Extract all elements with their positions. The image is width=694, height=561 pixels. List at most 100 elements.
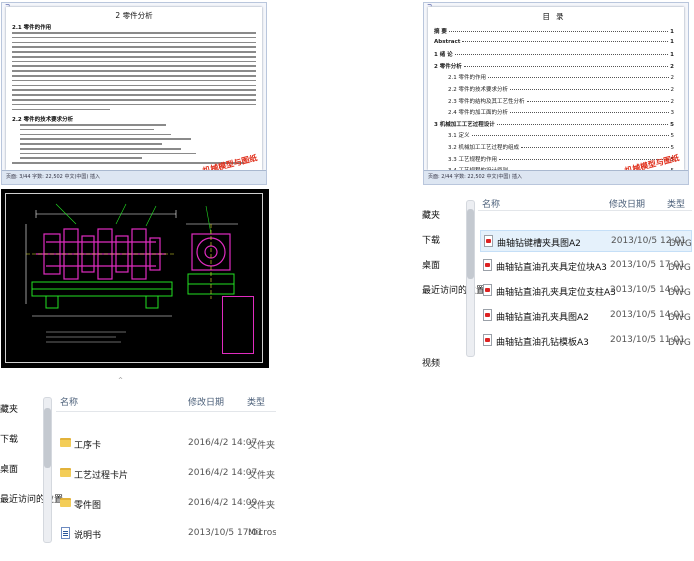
- column-name[interactable]: 名称: [60, 395, 78, 408]
- file-name: 曲轴钻键槽夹具图A2: [497, 239, 581, 249]
- file-type: Micros: [248, 528, 276, 538]
- file-name: 曲轴钻直油孔夹具定位支柱A3: [496, 288, 616, 298]
- toc-page-number: 2: [670, 87, 675, 93]
- file-type: DWG 文: [669, 239, 692, 249]
- toc-entry[interactable]: 2 零件分析 2: [434, 62, 674, 70]
- file-date-modified: 2016/4/2 14:07: [188, 468, 258, 478]
- column-name[interactable]: 名称: [482, 197, 500, 210]
- file-type: DWG 文: [668, 288, 692, 298]
- file-row[interactable]: 曲轴钻直油孔夹具定位块A32013/10/5 17:01DWG 文: [480, 255, 692, 277]
- toc-entry-label: 3.2 机械加工工艺过程的组成: [448, 145, 519, 151]
- toc-entry-label: 3 机械加工工艺过程设计: [434, 121, 495, 128]
- status-bar: 页面: 2/44 字数: 22,502 中文(中国) 插入: [424, 170, 688, 184]
- doc-page-title: 2 零件分析: [115, 11, 153, 20]
- toc-entry-label: 1 绪 论: [434, 52, 453, 59]
- toc-leader-dots: [471, 135, 669, 137]
- toc-entry-label: 摘 要: [434, 29, 447, 35]
- toc-entry[interactable]: 2.1 零件的作用 2: [434, 73, 674, 81]
- navigation-pane: 藏夹 下载 桌面 最近访问的位置 视频: [422, 188, 485, 371]
- toc-page-number: 3: [670, 110, 675, 117]
- file-type: DWG 文: [668, 263, 692, 273]
- nav-item-videos[interactable]: 视频: [422, 356, 440, 369]
- file-name: 曲轴钻直油孔夹具图A2: [496, 313, 589, 323]
- doc-page: 2 零件分析 2.1 零件的作用 2.2 零件的技术要求分析: [6, 7, 262, 170]
- title-block: [222, 296, 254, 354]
- sort-indicator-icon: ^: [118, 377, 124, 384]
- file-row[interactable]: 曲轴钻直油孔夹具图A22013/10/5 14:01DWG 文: [480, 305, 692, 327]
- toc-leader-dots: [499, 158, 669, 160]
- toc-entry[interactable]: 2.4 零件的加工面的分析 3: [434, 108, 674, 116]
- column-header: 名称 修改日期 类型: [478, 188, 692, 211]
- folder-icon: [60, 438, 71, 447]
- toc-entry[interactable]: 3.1 定义 5: [434, 131, 674, 139]
- toc-leader-dots: [521, 147, 669, 148]
- file-date-modified: 2016/4/2 14:09: [188, 498, 258, 508]
- column-date-modified[interactable]: 修改日期: [609, 197, 645, 210]
- toc-page-number: 1: [670, 52, 674, 59]
- toc-entry[interactable]: 2.3 零件的结构及其工艺性分析 2: [434, 97, 674, 105]
- pdf-icon: [483, 309, 492, 321]
- file-type: 文件夹: [248, 441, 276, 451]
- explorer-window-drawings: 藏夹 下载 桌面 最近访问的位置 视频 名称 修改日期 类型 曲轴钻键槽夹具图A…: [422, 188, 692, 371]
- toc-entry[interactable]: 2.2 零件的技术要求分析 2: [434, 85, 674, 93]
- drawing-frame: [5, 193, 263, 363]
- scrollbar-thumb[interactable]: [44, 408, 51, 468]
- file-row[interactable]: 曲轴钻键槽夹具图A22013/10/5 12:01DWG 文: [480, 230, 692, 252]
- toc-page-number: 5: [670, 145, 675, 151]
- nav-item-favorites[interactable]: 藏夹: [422, 208, 440, 221]
- toc-page-number: 2: [670, 75, 675, 82]
- nav-item-favorites[interactable]: 藏夹: [0, 402, 18, 415]
- nav-scrollbar[interactable]: [466, 200, 475, 357]
- toc-leader-dots: [526, 100, 669, 102]
- toc-page-number: 2: [670, 63, 674, 70]
- nav-item-recent-places[interactable]: 最近访问的位置: [0, 492, 63, 505]
- doc-text-block: [12, 32, 256, 113]
- file-type: DWG 文: [668, 313, 692, 323]
- nav-item-downloads[interactable]: 下载: [422, 233, 440, 246]
- file-row[interactable]: 说明书 2013/10/5 17:01 Micros: [58, 523, 276, 545]
- folder-icon: [60, 468, 71, 477]
- scrollbar-thumb[interactable]: [467, 209, 474, 279]
- file-row[interactable]: 工序卡 2016/4/2 14:07 文件夹: [58, 433, 276, 455]
- navigation-pane: 藏夹 下载 桌面 最近访问的位置: [0, 375, 63, 557]
- toc-entry-label: 2.3 零件的结构及其工艺性分析: [448, 98, 525, 105]
- folder-icon: [60, 498, 71, 507]
- toc-leader-dots: [488, 77, 669, 79]
- file-row[interactable]: 零件图 2016/4/2 14:09 文件夹: [58, 493, 276, 515]
- column-date-modified[interactable]: 修改日期: [188, 395, 224, 408]
- toc-entry[interactable]: 3.2 机械加工工艺过程的组成 5: [434, 143, 674, 151]
- column-type[interactable]: 类型: [667, 197, 685, 210]
- column-type[interactable]: 类型: [247, 395, 265, 408]
- nav-item-desktop[interactable]: 桌面: [422, 258, 440, 271]
- toc-entry[interactable]: 1 绪 论 1: [434, 50, 674, 58]
- file-name: 曲轴钻直油孔钻模板A3: [496, 338, 589, 348]
- toc-entry[interactable]: Abstract 1: [434, 39, 674, 45]
- toc-entry[interactable]: 3 机械加工工艺过程设计 5: [434, 120, 674, 128]
- nav-item-desktop[interactable]: 桌面: [0, 462, 18, 475]
- file-date-modified: 2016/4/2 14:07: [188, 438, 258, 448]
- doc-section-heading: 2.2 零件的技术要求分析: [12, 117, 74, 123]
- file-name: 工艺过程卡片: [74, 471, 129, 481]
- toc-entry[interactable]: 摘 要 1: [434, 27, 674, 35]
- file-name: 零件图: [74, 501, 102, 511]
- file-row[interactable]: 曲轴钻直油孔夹具定位支柱A32013/10/5 14:01DWG 文: [480, 280, 692, 302]
- toc-page: 目录 摘 要 1 Abstract 1 1 绪 论12 零件分析 2 2.1 零件的作用 2 2…: [428, 7, 684, 174]
- toc-page-number: 2: [670, 98, 675, 105]
- toc-leader-dots: [510, 112, 669, 114]
- nav-scrollbar[interactable]: [43, 397, 52, 543]
- column-header: ^ 名称 修改日期 类型: [56, 375, 276, 412]
- toc-entry-label: 3.1 定义: [448, 133, 470, 140]
- status-bar: 页面: 3/44 字数: 22,502 中文(中国) 插入: [2, 170, 266, 184]
- file-row[interactable]: 工艺过程卡片 2016/4/2 14:07 文件夹: [58, 463, 276, 485]
- toc-leader-dots: [462, 40, 669, 42]
- pdf-icon: [483, 284, 492, 296]
- toc-leader-dots: [510, 89, 669, 90]
- file-type: 文件夹: [248, 471, 276, 481]
- file-name: 曲轴钻直油孔夹具定位块A3: [496, 263, 607, 273]
- file-name: 工序卡: [74, 441, 102, 451]
- toc-leader-dots: [448, 31, 669, 32]
- nav-item-downloads[interactable]: 下载: [0, 432, 18, 445]
- file-row[interactable]: 曲轴钻直油孔钻模板A32013/10/5 11:01DWG 文: [480, 330, 692, 352]
- nav-item-recent-places[interactable]: 最近访问的位置: [422, 283, 485, 296]
- toc-page-number: 5: [670, 121, 674, 128]
